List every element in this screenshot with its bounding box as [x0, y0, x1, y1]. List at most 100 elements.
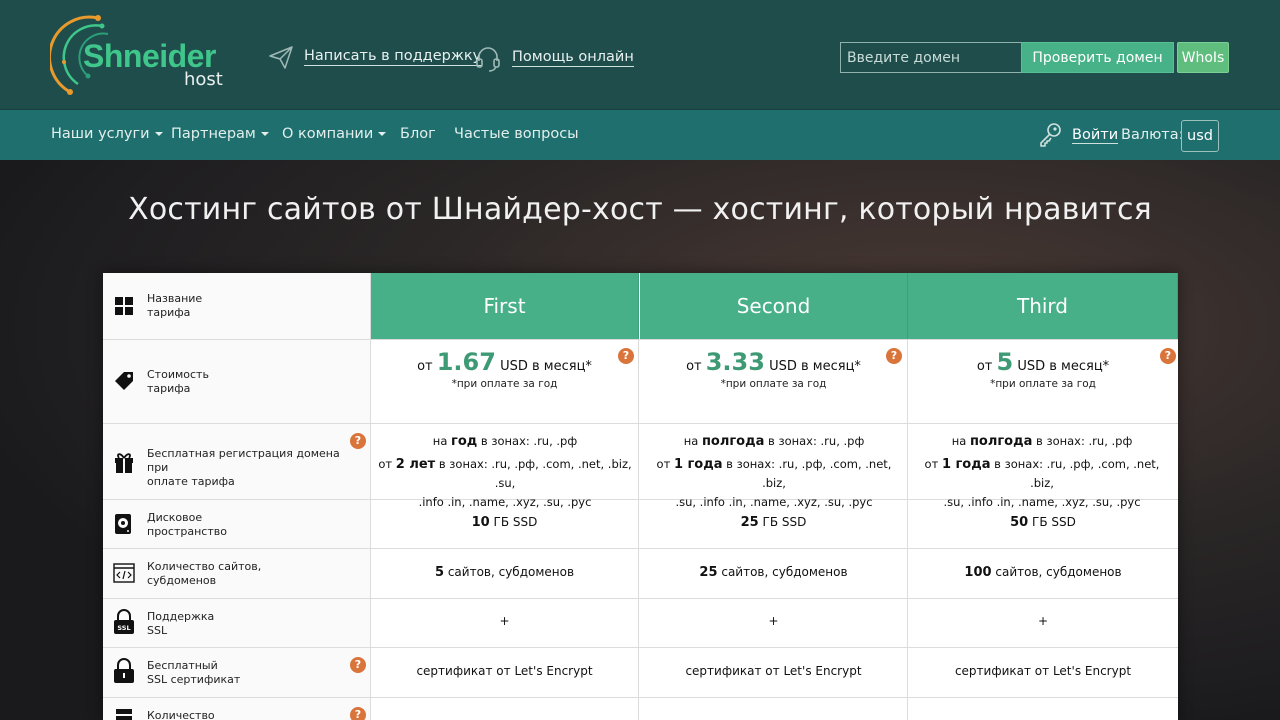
help-online-label[interactable]: Помощь онлайн — [512, 49, 634, 67]
table-row-sites: Количество сайтов, субдоменов 5 сайтов, … — [103, 549, 1178, 599]
row-label-line: оплате тарифа — [147, 475, 235, 488]
logo-subtext: host — [184, 69, 223, 90]
domain-search-input[interactable] — [840, 42, 1022, 73]
disk-cell-second: 25 ГБ SSD — [640, 500, 908, 548]
help-icon[interactable]: ? — [1160, 348, 1176, 364]
disk-amount: 50 — [1010, 515, 1029, 530]
row-label: Бесплатная регистрация домена при оплате… — [103, 424, 371, 499]
logo[interactable]: Shneider host — [50, 12, 230, 98]
price-cell-third: от 5 USD в месяц* *при оплате за год ? — [908, 340, 1178, 423]
plan-name-second: Second — [640, 273, 908, 339]
help-icon[interactable]: ? — [886, 348, 902, 364]
nav-item-blog[interactable]: Блог — [400, 126, 436, 142]
support-link-label[interactable]: Написать в поддержку — [304, 48, 482, 66]
row-label-line: пространство — [147, 525, 227, 538]
price-line: от 1.67 USD в месяц* — [371, 348, 638, 376]
disk-value: 25 ГБ SSD — [640, 515, 907, 530]
price-cell-first: от 1.67 USD в месяц* *при оплате за год … — [371, 340, 639, 423]
price-suffix: USD в месяц* — [500, 359, 592, 374]
free-ssl-cell-second: сертификат от Let's Encrypt — [640, 648, 908, 697]
sites-unit: сайтов, субдоменов — [995, 565, 1122, 579]
row-label-text: Дисковое пространство — [147, 511, 347, 539]
whois-button[interactable]: WhoIs — [1177, 42, 1229, 73]
caret-down-icon — [154, 132, 163, 136]
price-prefix: от — [976, 359, 993, 374]
nav-item-partners[interactable]: Партнерам — [171, 126, 269, 142]
domain-period: год — [451, 434, 478, 449]
domain-period: полгода — [969, 434, 1033, 449]
domain-text: от — [924, 457, 939, 471]
domain-line: на год в зонах: .ru, .рф — [377, 432, 633, 451]
disk-value: 10 ГБ SSD — [371, 515, 638, 530]
nav-item-about[interactable]: О компании — [282, 126, 387, 142]
sites-value: 25 сайтов, субдоменов — [640, 565, 907, 580]
price-line: от 3.33 USD в месяц* — [640, 348, 907, 376]
price-value: 1.67 — [436, 348, 496, 376]
row-label: Количество сайтов, субдоменов — [103, 549, 371, 598]
price-prefix: от — [417, 359, 433, 374]
plan-name-third: Third — [908, 273, 1178, 339]
domain-line: на полгода в зонах: .ru, .рф — [914, 432, 1170, 451]
page-title: Хостинг сайтов от Шнайдер-хост — хостинг… — [128, 192, 1152, 227]
sites-unit: сайтов, субдоменов — [447, 565, 575, 579]
row-label-text: Бесплатная регистрация домена при оплате… — [147, 447, 347, 489]
padlock-icon — [114, 658, 134, 683]
help-icon[interactable]: ? — [350, 657, 366, 673]
pricing-table: Название тарифа First Second Third Стоим… — [103, 273, 1178, 720]
quantity-cell-second — [640, 698, 908, 720]
domain-text: на — [432, 434, 448, 448]
row-label: Название тарифа — [103, 273, 371, 339]
ssl-lock-icon: SSL — [114, 609, 134, 634]
ssl-cell-third: + — [908, 599, 1178, 647]
price-note: *при оплате за год — [720, 378, 827, 390]
price-value: 5 — [996, 348, 1014, 376]
domain-period: 1 года — [673, 457, 723, 472]
gift-icon — [115, 453, 133, 473]
currency-select[interactable]: usd — [1181, 120, 1219, 152]
free-ssl-value: сертификат от Let's Encrypt — [416, 664, 593, 678]
ssl-cell-first: + — [371, 599, 639, 647]
nav-item-label: Частые вопросы — [454, 126, 579, 142]
domain-cell-second: на полгода в зонах: .ru, .рф от 1 года в… — [640, 424, 908, 509]
currency-label: Валюта: — [1121, 127, 1184, 143]
table-row-plan-name: Название тарифа First Second Third — [103, 273, 1178, 340]
row-label-text: Поддержка SSL — [147, 610, 347, 638]
disk-unit: ГБ SSD — [762, 515, 807, 529]
nav-item-label: О компании — [282, 126, 374, 142]
hard-drive-icon — [115, 514, 131, 534]
nav-item-services[interactable]: Наши услуги — [51, 126, 163, 142]
disk-amount: 10 — [471, 515, 490, 530]
support-link[interactable]: Написать в поддержку — [268, 44, 482, 70]
domain-period: полгода — [701, 434, 765, 449]
svg-text:SSL: SSL — [117, 624, 130, 632]
domain-text: в зонах: .ru, .рф, .com, .net, .biz, — [726, 457, 892, 490]
disk-unit: ГБ SSD — [1032, 515, 1076, 529]
row-label-text: Количество — [147, 709, 347, 720]
domain-text: в зонах: .ru, .рф, .com, .net, .biz, .su… — [438, 457, 632, 490]
sites-cell-second: 25 сайтов, субдоменов — [640, 549, 908, 598]
price-value: 3.33 — [705, 348, 765, 376]
domain-period: 1 года — [941, 457, 991, 472]
help-icon[interactable]: ? — [350, 707, 366, 720]
row-label: SSL Поддержка SSL — [103, 599, 371, 647]
help-online-link[interactable]: Помощь онлайн — [474, 44, 634, 72]
help-icon[interactable]: ? — [618, 348, 634, 364]
price-suffix: USD в месяц* — [1017, 359, 1110, 374]
disk-cell-first: 10 ГБ SSD — [371, 500, 639, 548]
help-icon[interactable]: ? — [350, 433, 366, 449]
disk-unit: ГБ SSD — [493, 515, 538, 529]
login-label[interactable]: Войти — [1072, 127, 1119, 144]
top-header: Shneider host Написать в поддержку Помощ… — [0, 0, 1280, 110]
row-label-line: Бесплатная регистрация домена при — [147, 447, 340, 474]
row-label-line: Количество сайтов, — [147, 560, 262, 573]
table-row-free-domain: Бесплатная регистрация домена при оплате… — [103, 424, 1178, 509]
check-domain-button[interactable]: Проверить домен — [1021, 42, 1174, 73]
price-suffix: USD в месяц* — [769, 359, 861, 374]
domain-text: в зонах: .ru, .рф, .com, .net, .biz, — [994, 457, 1160, 490]
row-label-text: Название тарифа — [147, 292, 347, 320]
caret-down-icon — [378, 132, 387, 136]
sites-value: 5 сайтов, субдоменов — [371, 565, 638, 580]
disk-amount: 25 — [740, 515, 759, 530]
nav-item-faq[interactable]: Частые вопросы — [454, 126, 579, 142]
login-link[interactable]: Войти — [1038, 122, 1119, 148]
